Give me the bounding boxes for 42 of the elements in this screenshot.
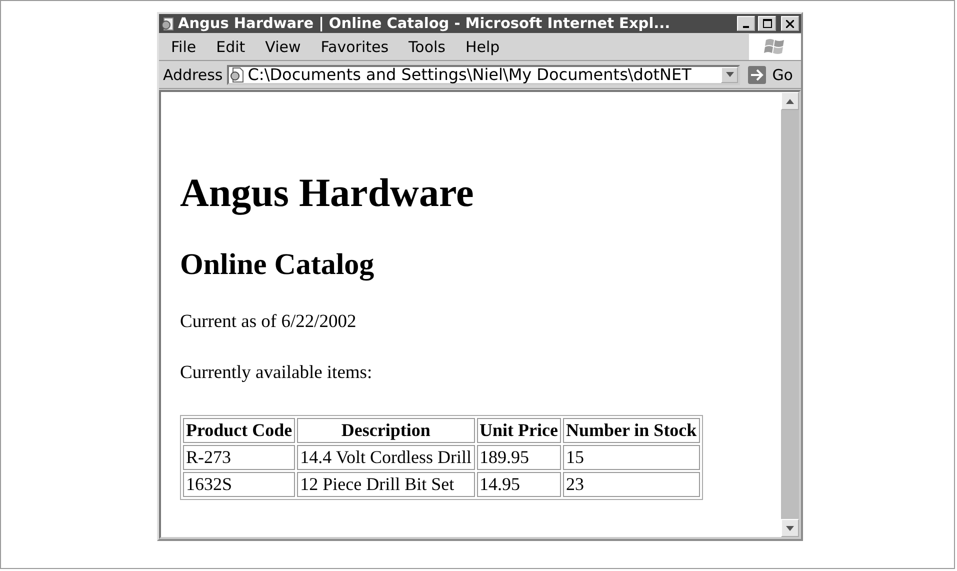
page-heading: Angus Hardware (180, 170, 475, 216)
address-label: Address (163, 66, 223, 84)
page-icon (228, 66, 245, 82)
close-icon (786, 20, 794, 28)
scroll-down-button[interactable] (781, 519, 799, 537)
menu-item[interactable]: Help (458, 38, 512, 56)
up-arrow-icon (786, 98, 794, 104)
table-cell: 23 (563, 472, 700, 497)
menu-item[interactable]: View (257, 38, 313, 56)
table-cell: 14.95 (476, 472, 561, 497)
menu-item[interactable]: File (163, 38, 208, 56)
page-subheading: Online Catalog (180, 247, 376, 282)
table-cell: 189.95 (476, 445, 561, 470)
menu-item[interactable]: Tools (400, 38, 458, 56)
caret-icon (726, 72, 734, 77)
table-cell: R-273 (183, 445, 296, 470)
flag-icon (764, 36, 786, 56)
table-cell: 14.4 Volt Cordless Drill (297, 445, 475, 470)
minimize-button[interactable] (737, 16, 755, 31)
paragraph: Current as of 6/22/2002 (180, 312, 358, 333)
column-header: Number in Stock (563, 418, 700, 443)
paragraph: Currently available items: (180, 363, 374, 384)
minimize-icon (743, 26, 749, 28)
arrow-icon (748, 66, 766, 84)
column-header: Unit Price (476, 418, 561, 443)
maximize-button[interactable] (758, 16, 776, 31)
close-button[interactable] (781, 16, 799, 31)
dropdown-button[interactable] (721, 66, 738, 82)
address-field[interactable]: C:\Documents and Settings\Niel\My Documents\dotNET (226, 64, 740, 84)
column-header: Description (297, 418, 475, 443)
scrollbar[interactable] (781, 92, 799, 537)
menu-item[interactable]: Edit (208, 38, 258, 56)
table-cell: 1632S (183, 472, 296, 497)
column-header: Product Code (183, 418, 296, 443)
table-cell: 15 (563, 445, 700, 470)
go-button[interactable]: Go (744, 66, 797, 84)
maximize-icon (762, 19, 772, 28)
window-title: Angus Hardware | Online Catalog - Microsoft Internet Expl... (178, 16, 672, 32)
menu-item[interactable]: Favorites (312, 38, 401, 56)
scroll-up-button[interactable] (781, 92, 799, 110)
table-cell: 12 Piece Drill Bit Set (297, 472, 475, 497)
down-arrow-icon (786, 526, 794, 530)
